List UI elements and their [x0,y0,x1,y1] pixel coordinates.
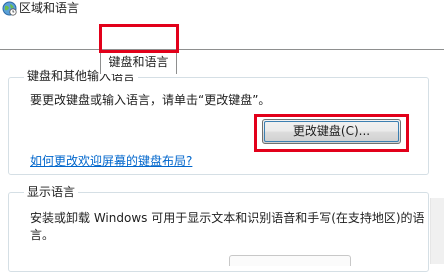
window-title: 区域和语言 [19,1,80,15]
keyboard-group-description: 要更改键盘或输入语言，请单击“更改键盘”。 [30,93,271,107]
install-uninstall-button-edge[interactable] [229,255,351,266]
display-language-description-line1: 安装或卸载 Windows 可用于显示文本和识别语音和手写(在支持地区)的语 [30,211,425,225]
change-keyboards-label: 更改键盘(C)... [292,124,371,138]
title-bar: 区域和语言 [0,0,444,24]
vertical-scrollbar[interactable] [430,198,444,264]
globe-clock-icon [2,1,17,16]
tab-keyboards-and-languages[interactable]: 键盘和语言 [100,49,177,74]
display-language-group [8,192,429,272]
display-language-group-title: 显示语言 [24,185,79,199]
tab-strip: 格式 位置 键盘和语言 管理 [0,24,444,74]
keyboard-layout-help-link[interactable]: 如何更改欢迎屏幕的键盘布局? [30,153,192,169]
change-keyboards-button[interactable]: 更改键盘(C)... [262,119,401,144]
display-language-description-line2: 言。 [30,228,55,242]
